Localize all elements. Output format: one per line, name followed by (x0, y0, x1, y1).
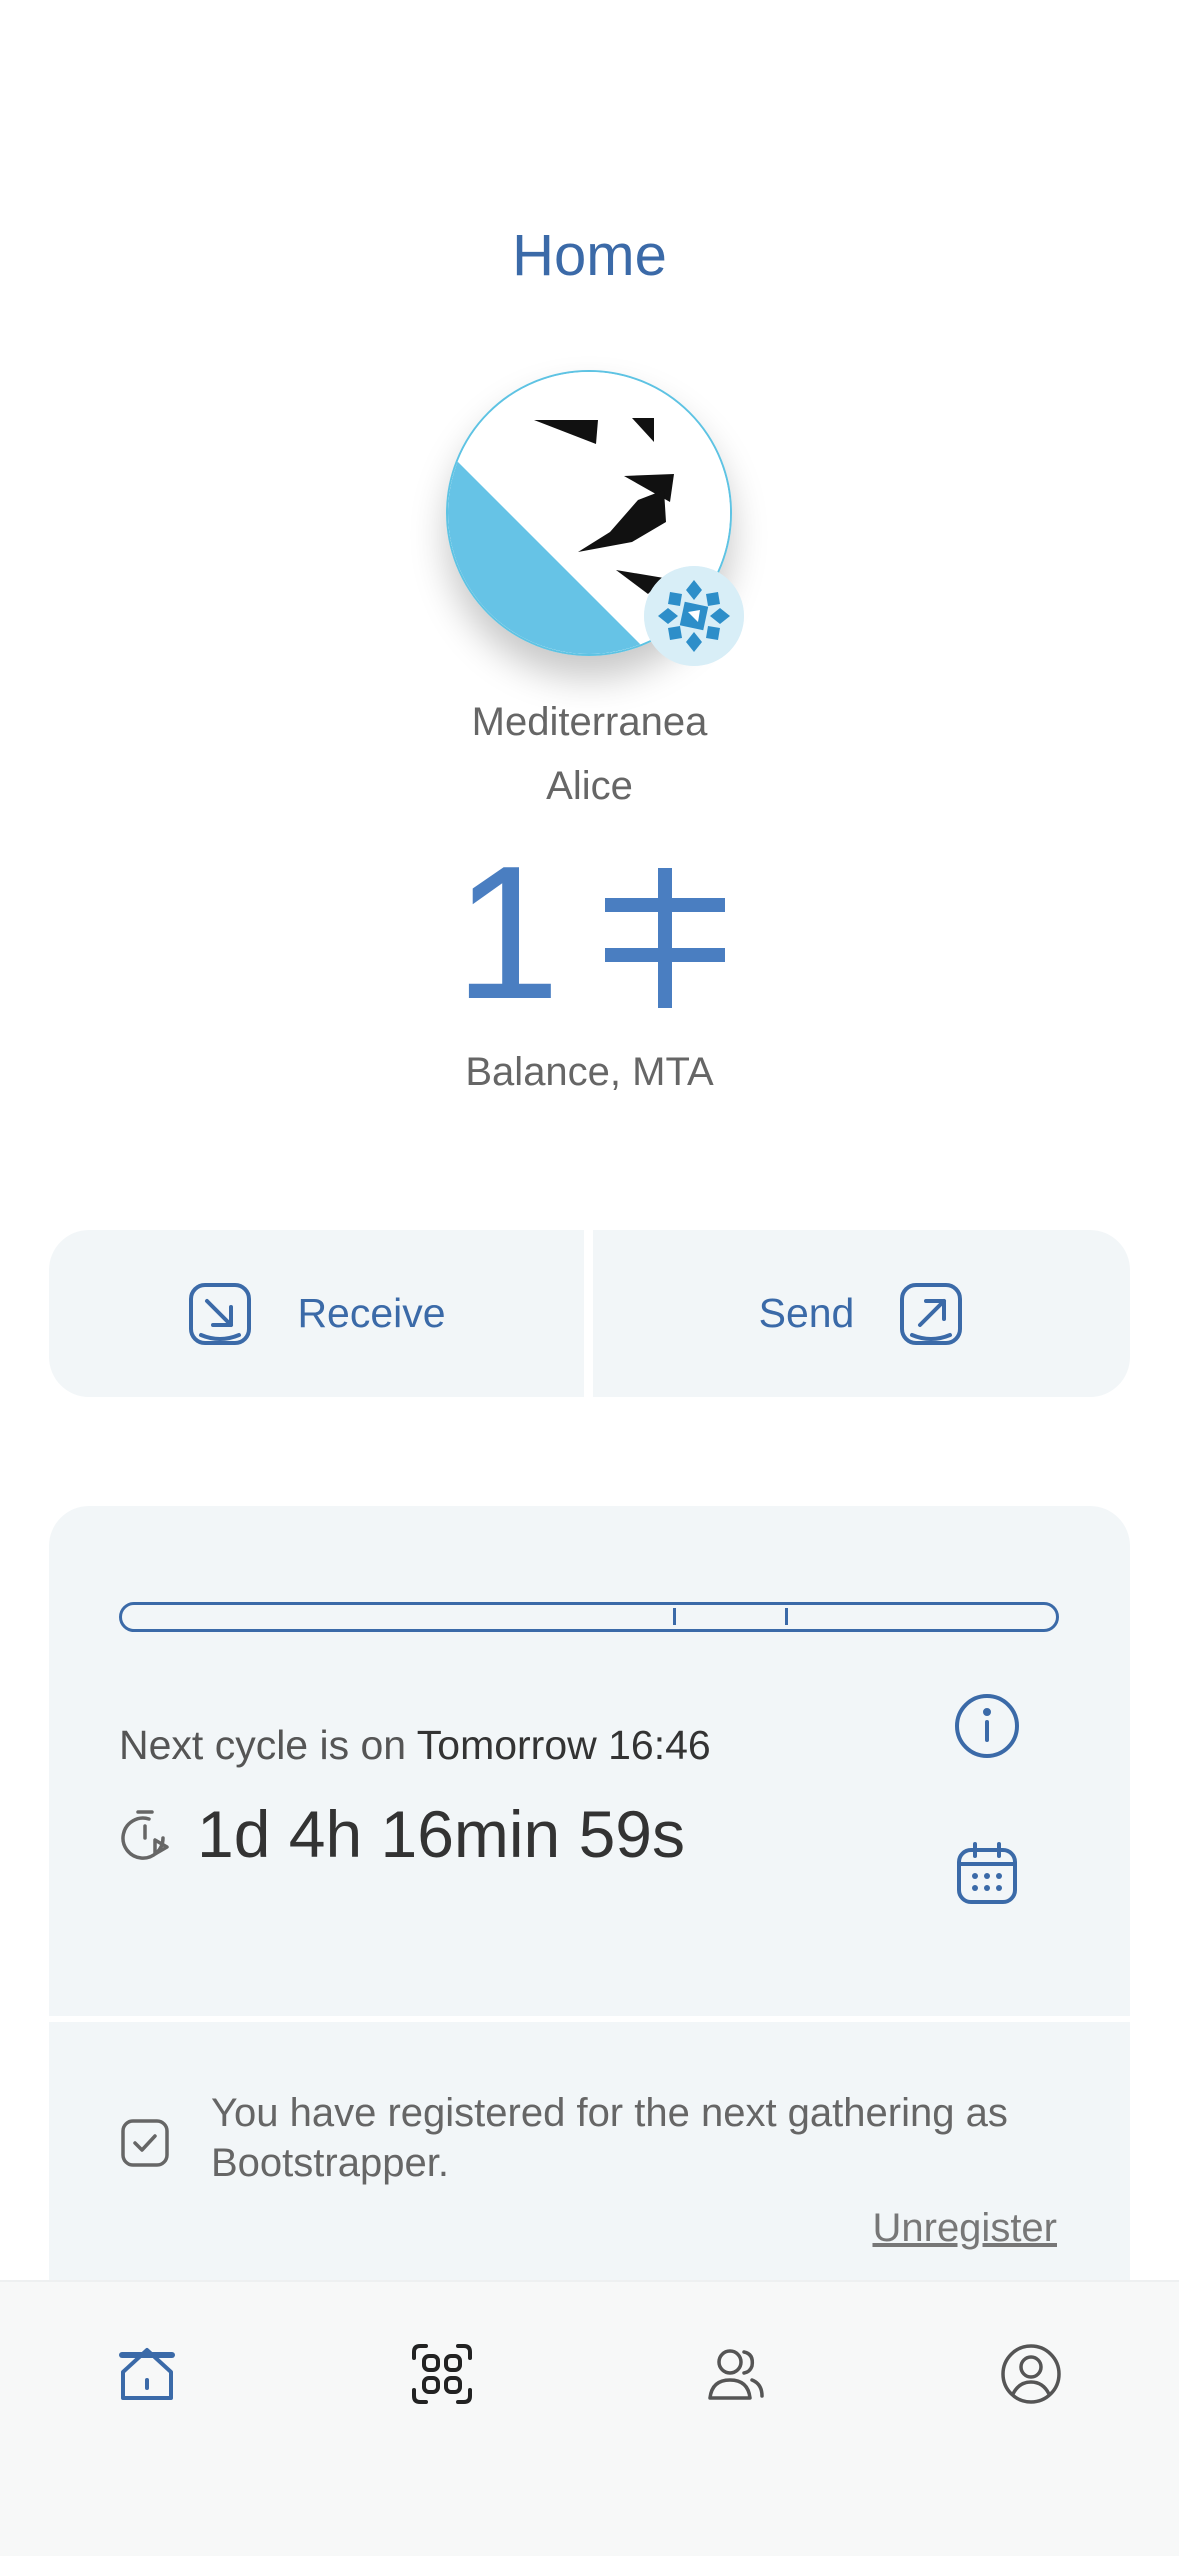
nav-profile[interactable] (981, 2324, 1081, 2424)
community-badge-icon (644, 566, 744, 666)
contacts-icon (708, 2349, 764, 2400)
balance-display: 1 (0, 838, 1179, 1028)
send-icon (898, 1281, 964, 1347)
countdown: 1d 4h 16min 59s (119, 1796, 685, 1872)
scan-icon (412, 2344, 472, 2404)
progress-tick (673, 1608, 677, 1625)
next-cycle-prefix: Next cycle is on (119, 1722, 407, 1768)
registered-check-icon (119, 2117, 171, 2169)
community-name: Mediterranea (471, 700, 708, 744)
next-cycle-text: Next cycle is on Tomorrow 16:46 (119, 1722, 711, 1769)
receive-icon (187, 1281, 253, 1347)
receive-label: Receive (297, 1290, 446, 1336)
nav-contacts[interactable] (686, 2324, 786, 2424)
currency-symbol-icon (604, 868, 725, 1008)
next-cycle-date: Tomorrow 16:46 (416, 1722, 711, 1768)
nav-active-indicator (119, 2352, 175, 2358)
community-info: Mediterranea Alice (0, 690, 1179, 818)
action-row: Receive Send (49, 1230, 1130, 1397)
community-avatar[interactable] (446, 370, 744, 666)
receive-button[interactable]: Receive (49, 1230, 584, 1397)
timer-icon (119, 1808, 171, 1860)
progress-tick (785, 1608, 789, 1625)
card-divider (49, 2016, 1130, 2022)
unregister-link[interactable]: Unregister (872, 2206, 1057, 2251)
balance-value: 1 (454, 827, 561, 1039)
info-icon[interactable] (953, 1692, 1021, 1760)
send-button[interactable]: Send (593, 1230, 1130, 1397)
nav-home[interactable] (97, 2324, 197, 2424)
registration-message: You have registered for the next gatheri… (211, 2091, 1008, 2185)
page-title: Home (512, 223, 667, 288)
cycle-progress-bar (119, 1602, 1059, 1632)
nav-scan[interactable] (392, 2324, 492, 2424)
user-name: Alice (546, 764, 633, 808)
countdown-text: 1d 4h 16min 59s (197, 1797, 686, 1871)
calendar-icon[interactable] (953, 1840, 1021, 1908)
balance-label: Balance, MTA (465, 1050, 714, 1094)
profile-icon (1001, 2344, 1061, 2404)
send-label: Send (758, 1290, 855, 1336)
bottom-nav (0, 2280, 1179, 2556)
